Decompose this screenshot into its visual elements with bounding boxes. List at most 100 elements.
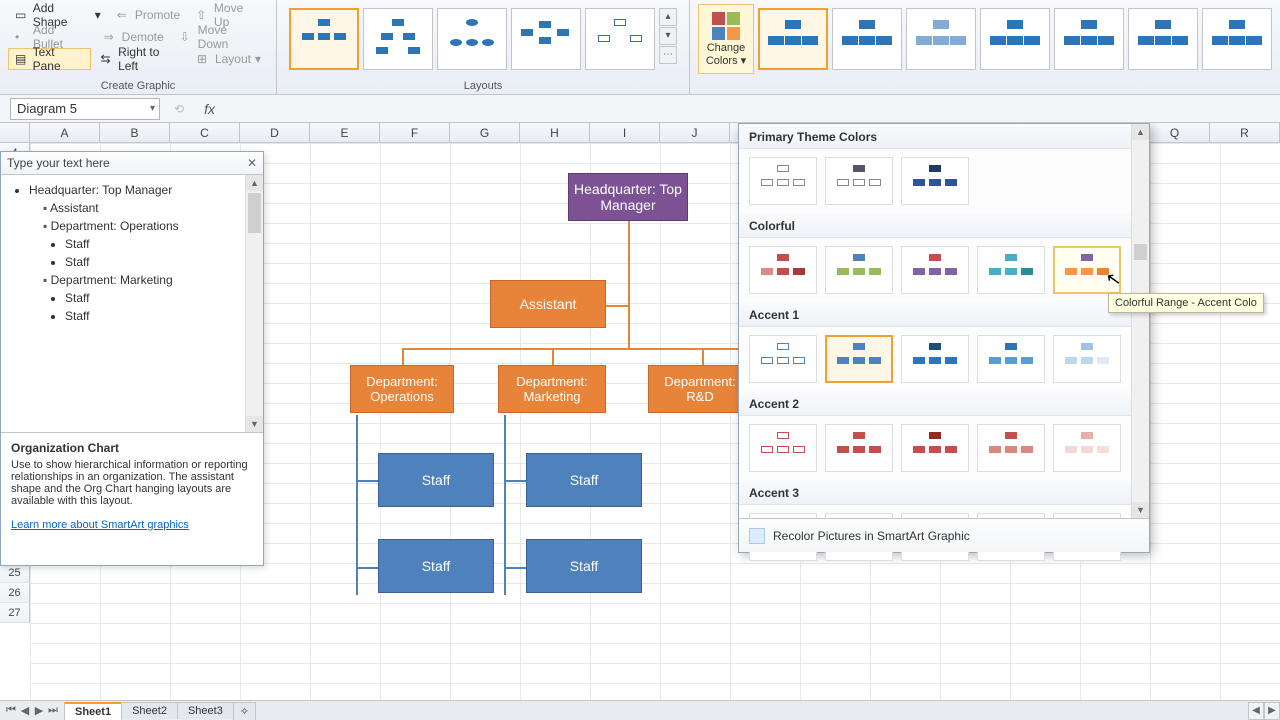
text-pane-icon: ▤: [15, 52, 29, 66]
outline-item[interactable]: Headquarter: Top Manager: [29, 181, 259, 199]
color-swatch[interactable]: [1053, 424, 1121, 472]
style-thumb-2[interactable]: [832, 8, 902, 70]
color-swatch[interactable]: [825, 246, 893, 294]
color-swatch[interactable]: [749, 424, 817, 472]
color-swatch[interactable]: [901, 157, 969, 205]
layout-thumb-2[interactable]: [363, 8, 433, 70]
style-thumb-5[interactable]: [1054, 8, 1124, 70]
name-box[interactable]: Diagram 5: [10, 98, 160, 120]
color-swatch[interactable]: [977, 424, 1045, 472]
group-create-graphic: ▭Add Shape ▾ ⇐Promote ⇧Move Up •Add Bull…: [0, 0, 277, 94]
node-dept-marketing[interactable]: Department: Marketing: [498, 365, 606, 413]
style-thumb-7[interactable]: [1202, 8, 1272, 70]
change-colors-button[interactable]: Change Colors ▾: [698, 4, 754, 74]
layout-gallery-more[interactable]: ▴▾⋯: [659, 8, 677, 64]
color-swatch[interactable]: [825, 157, 893, 205]
col-header[interactable]: R: [1210, 123, 1280, 142]
fx-icon[interactable]: fx: [204, 101, 215, 117]
node-dept-operations[interactable]: Department: Operations: [350, 365, 454, 413]
change-colors-dropdown[interactable]: Primary Theme Colors Colorful Accent 1 A…: [738, 123, 1150, 553]
style-thumb-4[interactable]: [980, 8, 1050, 70]
shape-icon: ▭: [15, 8, 29, 22]
close-icon[interactable]: ✕: [247, 156, 257, 170]
outline-item[interactable]: Assistant: [43, 199, 259, 217]
connector: [356, 480, 378, 482]
sheet-tab-2[interactable]: Sheet2: [121, 702, 178, 719]
color-swatch[interactable]: [749, 246, 817, 294]
color-swatch[interactable]: [749, 157, 817, 205]
sheet-tab-3[interactable]: Sheet3: [177, 702, 234, 719]
arrow-up-icon: ⇧: [196, 8, 210, 22]
learn-more-link[interactable]: Learn more about SmartArt graphics: [11, 519, 189, 531]
section-primary-theme: Primary Theme Colors: [739, 124, 1149, 149]
layout-thumb-1[interactable]: [289, 8, 359, 70]
promote-button[interactable]: ⇐Promote: [110, 4, 187, 26]
layout-button[interactable]: ⊞Layout ▾: [190, 48, 268, 70]
outline-item[interactable]: Staff: [65, 235, 259, 253]
section-accent2: Accent 2: [739, 391, 1149, 416]
col-header[interactable]: D: [240, 123, 310, 142]
col-header[interactable]: J: [660, 123, 730, 142]
layout-thumb-3[interactable]: [437, 8, 507, 70]
color-swatch[interactable]: [1053, 335, 1121, 383]
col-header[interactable]: B: [100, 123, 170, 142]
color-swatch[interactable]: [977, 335, 1045, 383]
col-header[interactable]: F: [380, 123, 450, 142]
dropdown-scrollbar[interactable]: ▲▼: [1131, 124, 1149, 518]
connector: [504, 567, 526, 569]
row-header[interactable]: 26: [0, 583, 30, 603]
right-to-left-button[interactable]: ⇆Right to Left: [93, 48, 187, 70]
text-pane-scrollbar[interactable]: ▲▼: [245, 175, 263, 432]
col-header[interactable]: A: [30, 123, 100, 142]
select-all-corner[interactable]: [0, 123, 30, 142]
color-swatch[interactable]: [901, 424, 969, 472]
move-down-button[interactable]: ⇩Move Down: [173, 26, 268, 48]
outline-item[interactable]: Department: Operations: [43, 217, 259, 235]
sheet-tabs: ⏮◀▶⏭ Sheet1 Sheet2 Sheet3 ✧ ◀▶: [0, 700, 1280, 720]
color-swatch[interactable]: [901, 335, 969, 383]
new-sheet-tab[interactable]: ✧: [233, 702, 256, 720]
col-header[interactable]: Q: [1140, 123, 1210, 142]
col-header[interactable]: H: [520, 123, 590, 142]
node-staff[interactable]: Staff: [526, 453, 642, 507]
outline-item[interactable]: Staff: [65, 289, 259, 307]
style-thumb-3[interactable]: [906, 8, 976, 70]
col-header[interactable]: E: [310, 123, 380, 142]
smartart-text-pane[interactable]: Type your text here ✕ Headquarter: Top M…: [0, 151, 264, 566]
outline-item[interactable]: Staff: [65, 307, 259, 325]
text-pane-toggle[interactable]: ▤Text Pane: [8, 48, 91, 70]
section-accent3: Accent 3: [739, 480, 1149, 505]
style-thumb-6[interactable]: [1128, 8, 1198, 70]
layout-thumb-5[interactable]: [585, 8, 655, 70]
outline-item[interactable]: Staff: [65, 253, 259, 271]
color-swatch[interactable]: [749, 335, 817, 383]
color-swatch-selected[interactable]: [825, 335, 893, 383]
color-swatch[interactable]: [825, 424, 893, 472]
text-pane-description: Organization Chart Use to show hierarchi…: [1, 433, 263, 539]
color-swatch[interactable]: [977, 246, 1045, 294]
node-staff[interactable]: Staff: [526, 539, 642, 593]
outline-item[interactable]: Department: Marketing: [43, 271, 259, 289]
horizontal-scroll[interactable]: ◀▶: [1248, 702, 1280, 720]
row-header[interactable]: 25: [0, 563, 30, 583]
col-header[interactable]: I: [590, 123, 660, 142]
section-accent1: Accent 1: [739, 302, 1149, 327]
node-assistant[interactable]: Assistant: [490, 280, 606, 328]
layout-thumb-4[interactable]: [511, 8, 581, 70]
col-header[interactable]: G: [450, 123, 520, 142]
node-headquarter[interactable]: Headquarter: Top Manager: [568, 173, 688, 221]
dropdown-footer[interactable]: Recolor Pictures in SmartArt Graphic: [739, 518, 1149, 552]
node-staff[interactable]: Staff: [378, 453, 494, 507]
color-swatch[interactable]: [901, 246, 969, 294]
group-smartart-styles: Change Colors ▾: [690, 0, 1280, 94]
node-staff[interactable]: Staff: [378, 539, 494, 593]
sheet-tab-1[interactable]: Sheet1: [64, 702, 122, 720]
style-thumb-1[interactable]: [758, 8, 828, 70]
text-pane-body[interactable]: Headquarter: Top Manager Assistant Depar…: [1, 175, 263, 433]
node-dept-rnd[interactable]: Department: R&D: [648, 365, 752, 413]
arrow-right-icon: ⇒: [104, 30, 118, 44]
row-header[interactable]: 27: [0, 603, 30, 623]
group-label-layouts: Layouts: [277, 80, 689, 92]
tab-nav[interactable]: ⏮◀▶⏭: [0, 704, 64, 717]
col-header[interactable]: C: [170, 123, 240, 142]
